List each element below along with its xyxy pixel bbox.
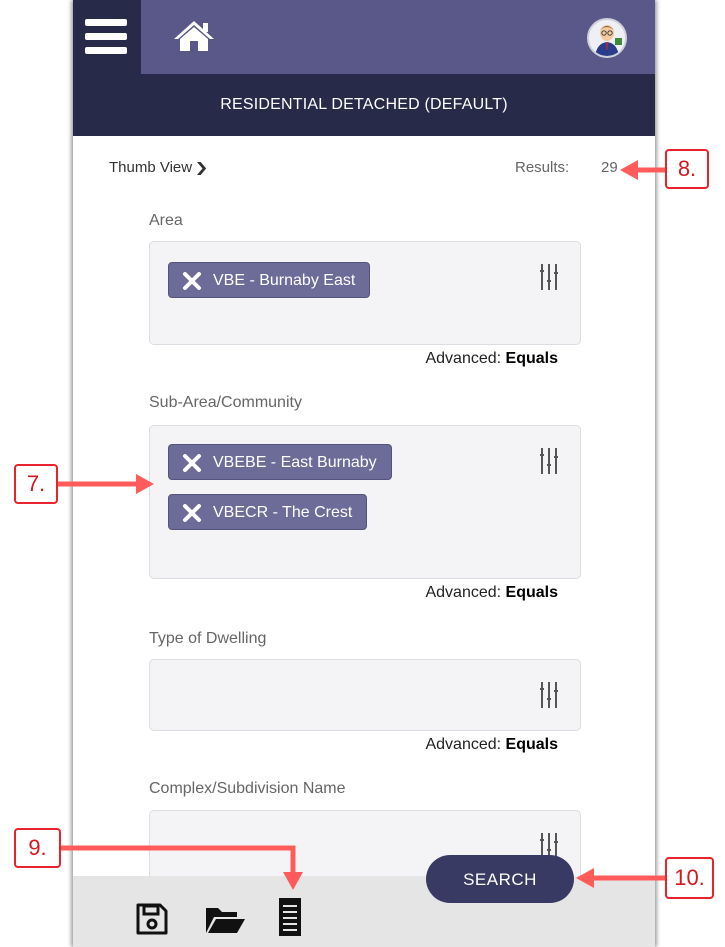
annotation-label-10: 10. — [665, 857, 714, 899]
annotation-label-9: 9. — [14, 828, 61, 868]
annotation-arrows — [58, 160, 665, 890]
annotation-label-8: 8. — [665, 149, 709, 189]
annotation-label-7: 7. — [14, 464, 58, 504]
